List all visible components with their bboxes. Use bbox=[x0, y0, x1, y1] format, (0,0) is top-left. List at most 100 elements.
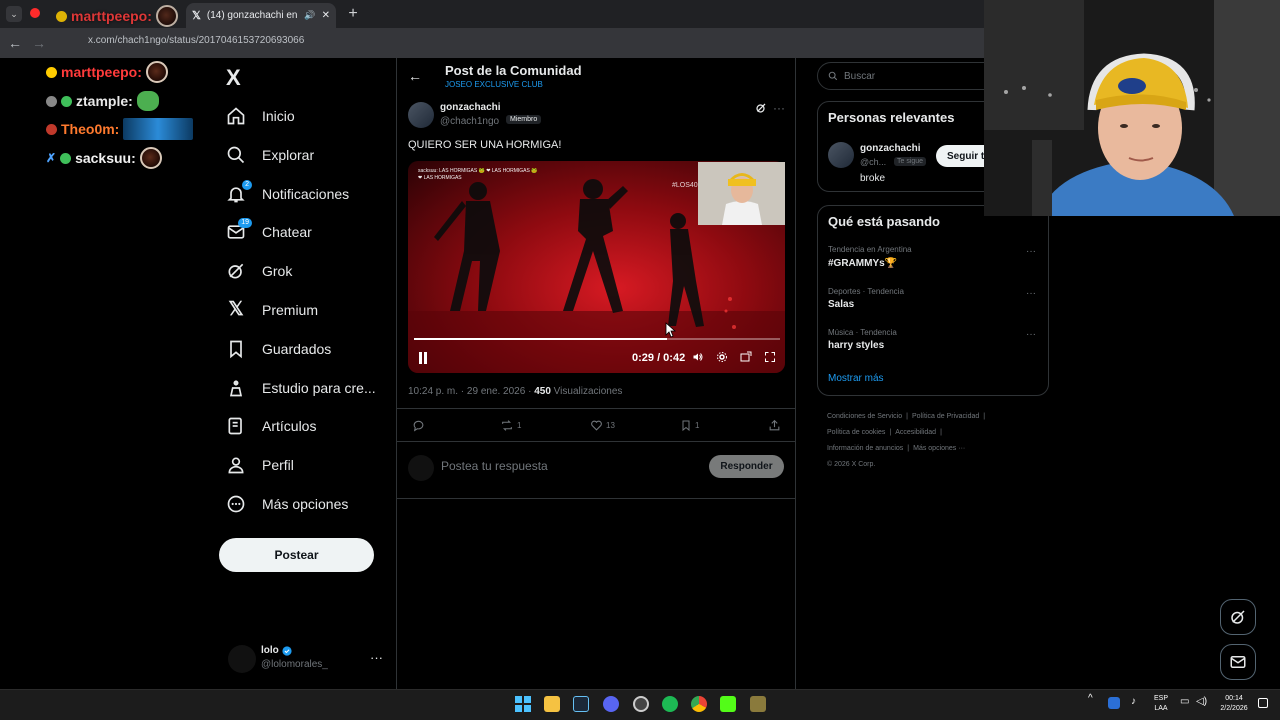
relevant-avatar[interactable] bbox=[828, 142, 854, 168]
chat-username: sacksuu: bbox=[75, 150, 136, 166]
more-options-icon[interactable]: ··· bbox=[773, 101, 785, 115]
network-icon[interactable]: ▭ bbox=[1180, 697, 1189, 707]
file-explorer-icon[interactable] bbox=[544, 696, 560, 712]
trend-name[interactable]: #GRAMMYs🏆 bbox=[828, 258, 897, 269]
mail-icon: 19 bbox=[226, 218, 252, 242]
relevant-people-title: Personas relevantes bbox=[828, 110, 955, 125]
windows-start-icon[interactable] bbox=[515, 696, 531, 712]
author-name[interactable]: gonzachachi bbox=[440, 102, 501, 113]
nav-profile[interactable]: Perfil bbox=[226, 450, 294, 480]
trend-more-button[interactable]: ··· bbox=[1026, 329, 1036, 340]
verified-icon bbox=[282, 645, 292, 656]
post-text: QUIERO SER UNA HORMIGA! bbox=[408, 139, 562, 151]
notification-badge: 2 bbox=[242, 180, 252, 190]
spotify-icon[interactable] bbox=[662, 696, 678, 712]
trend-more-button[interactable]: ··· bbox=[1026, 246, 1036, 257]
relevant-bio: broke bbox=[860, 173, 886, 184]
nav-bookmarks[interactable]: Guardados bbox=[226, 334, 331, 364]
reply-button[interactable] bbox=[412, 419, 425, 432]
tab-x-post[interactable]: 𝕏 (14) gonzachachi en X: "QU 🔊 ✕ bbox=[186, 3, 336, 28]
nav-creator-studio[interactable]: Estudio para cre... bbox=[226, 373, 376, 403]
chrome-icon[interactable] bbox=[691, 696, 707, 712]
share-button[interactable] bbox=[768, 419, 781, 432]
divider bbox=[397, 441, 795, 442]
messages-floating-button[interactable] bbox=[1220, 644, 1256, 680]
x-logo[interactable]: X bbox=[226, 65, 241, 91]
tray-app-icon[interactable] bbox=[1108, 697, 1120, 709]
bookmark-button[interactable]: 1 bbox=[680, 419, 699, 432]
tray-chevron-icon[interactable]: ^ bbox=[1088, 694, 1093, 704]
picture-in-picture-icon[interactable] bbox=[740, 351, 752, 363]
post-metadata: 10:24 p. m. · 29 ene. 2026 · 450 Visuali… bbox=[408, 386, 622, 397]
speaker-icon[interactable]: 🔊 bbox=[304, 10, 315, 21]
settings-gear-icon[interactable] bbox=[716, 351, 728, 363]
nav-premium[interactable]: 𝕏 Premium bbox=[226, 295, 318, 325]
grok-icon[interactable] bbox=[755, 102, 767, 114]
chat-badge-icon bbox=[46, 66, 57, 78]
reply-input[interactable]: Postea tu respuesta bbox=[441, 459, 548, 473]
new-tab-button[interactable]: + bbox=[344, 5, 362, 23]
show-more-link[interactable]: Mostrar más bbox=[828, 373, 884, 384]
nav-chat[interactable]: 19 Chatear bbox=[226, 217, 312, 247]
car-emote-icon bbox=[123, 118, 194, 140]
video-progress-fill bbox=[414, 338, 667, 340]
author-avatar[interactable] bbox=[408, 102, 434, 128]
app-icon[interactable] bbox=[750, 696, 766, 712]
article-icon bbox=[226, 416, 246, 436]
footer-link[interactable]: Información de anuncios bbox=[827, 445, 903, 452]
nav-explore[interactable]: Explorar bbox=[226, 140, 314, 170]
account-more-button[interactable]: ··· bbox=[370, 650, 383, 665]
trend-name[interactable]: Salas bbox=[828, 299, 854, 310]
chat-badge-icon bbox=[46, 123, 57, 135]
footer-link[interactable]: Política de cookies bbox=[827, 429, 885, 436]
notification-center-icon[interactable] bbox=[1258, 698, 1268, 708]
close-tab-icon[interactable]: ✕ bbox=[322, 10, 330, 21]
nav-grok[interactable]: Grok bbox=[226, 256, 292, 286]
url-field[interactable]: x.com/chach1ngo/status/20170461537206930… bbox=[88, 35, 304, 51]
frog-emote-icon bbox=[136, 91, 159, 111]
steam-icon[interactable] bbox=[573, 696, 589, 712]
account-handle: @lolomorales_ bbox=[261, 659, 328, 670]
volume-icon[interactable] bbox=[692, 351, 704, 363]
reply-submit-button[interactable]: Responder bbox=[709, 455, 784, 478]
clock[interactable]: 00:14 2/2/2026 bbox=[1214, 694, 1254, 714]
community-link[interactable]: JOSEO EXCLUSIVE CLUB bbox=[445, 80, 543, 89]
tab-search-button[interactable]: ⌄ bbox=[6, 6, 22, 22]
footer-links: Condiciones de Servicio | Política de Priv… bbox=[827, 409, 1027, 473]
obs-icon[interactable] bbox=[633, 696, 649, 712]
trend-name[interactable]: harry styles bbox=[828, 340, 884, 351]
nav-articles[interactable]: Artículos bbox=[226, 411, 316, 441]
back-arrow-icon[interactable]: ← bbox=[8, 35, 22, 51]
trend-context: Deportes · Tendencia bbox=[828, 287, 904, 296]
footer-link[interactable]: Política de Privacidad bbox=[912, 413, 979, 420]
video-time: 0:29 / 0:42 bbox=[632, 352, 686, 364]
microphone-icon[interactable]: ♪ bbox=[1131, 697, 1136, 707]
account-name-row[interactable]: lolo bbox=[261, 645, 292, 656]
author-handle[interactable]: @chach1ngo bbox=[440, 116, 499, 127]
forward-arrow-icon[interactable]: → bbox=[32, 35, 46, 51]
volume-tray-icon[interactable]: ◁) bbox=[1196, 697, 1207, 707]
language-indicator[interactable]: ESP LAA bbox=[1150, 694, 1172, 714]
like-button[interactable]: 13 bbox=[590, 419, 615, 432]
account-avatar[interactable] bbox=[228, 645, 256, 673]
pause-icon[interactable] bbox=[418, 352, 428, 364]
nav-notifications[interactable]: 2 Notificaciones bbox=[226, 179, 349, 209]
fullscreen-icon[interactable] bbox=[764, 351, 776, 363]
nav-label: Perfil bbox=[262, 457, 294, 473]
nav-more-options[interactable]: Más opciones bbox=[226, 489, 348, 519]
footer-link[interactable]: Condiciones de Servicio bbox=[827, 413, 902, 420]
nav-home[interactable]: Inicio bbox=[226, 101, 295, 131]
tab-title: (14) gonzachachi en X: "QU bbox=[206, 10, 299, 21]
footer-link[interactable]: Accesibilidad bbox=[895, 429, 936, 436]
post-button[interactable]: Postear bbox=[219, 538, 374, 572]
repost-button[interactable]: 1 bbox=[500, 419, 521, 432]
trend-more-button[interactable]: ··· bbox=[1026, 288, 1036, 299]
chat-badge-icon bbox=[61, 95, 72, 107]
discord-icon[interactable] bbox=[603, 696, 619, 712]
relevant-name[interactable]: gonzachachi bbox=[860, 143, 921, 154]
grok-floating-button[interactable] bbox=[1220, 599, 1256, 635]
kick-icon[interactable] bbox=[720, 696, 736, 712]
footer-link[interactable]: Más opciones ··· bbox=[913, 445, 965, 452]
youtube-tab-icon[interactable] bbox=[30, 8, 40, 18]
back-arrow-icon[interactable]: ← bbox=[408, 68, 422, 84]
